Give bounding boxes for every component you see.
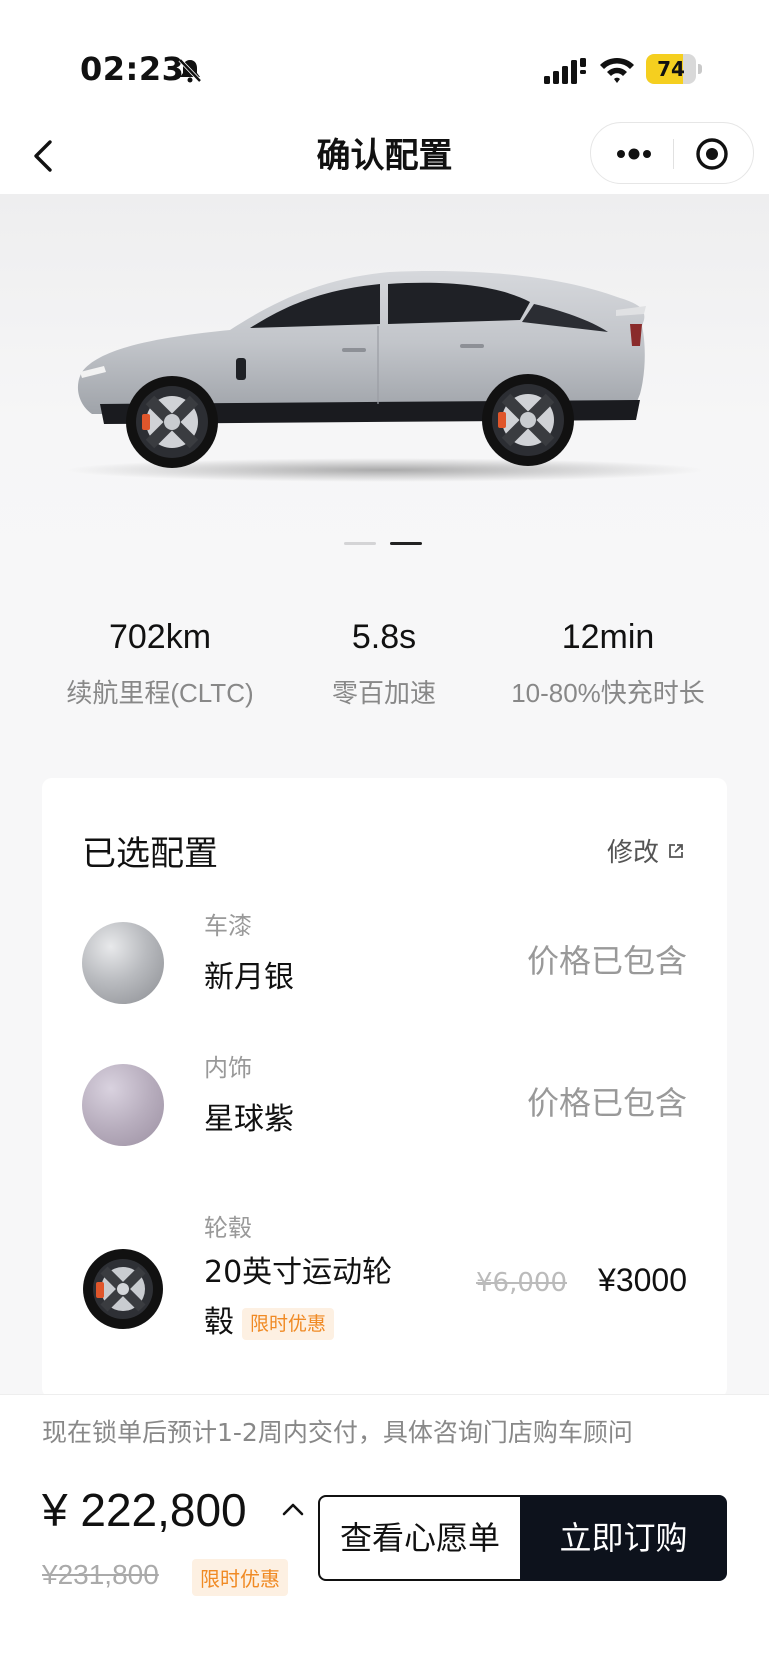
config-category: 内饰 (204, 1054, 252, 1082)
pager-dot (344, 542, 376, 545)
edit-config-link[interactable]: 修改 (607, 832, 685, 869)
order-now-button[interactable]: 立即订购 (520, 1495, 727, 1581)
wifi-icon (600, 57, 634, 83)
pager-dot-active (390, 542, 422, 545)
view-wishlist-button[interactable]: 查看心愿单 (318, 1495, 522, 1581)
battery-indicator: 74 (646, 54, 702, 84)
promo-tag: 限时优惠 (242, 1307, 335, 1340)
selected-config-card: 已选配置 修改 车漆 新月银 价格已包含 内饰 星球紫 价格已包含 轮毂 20英… (42, 778, 727, 1398)
original-price: ¥6,000 (476, 1268, 567, 1298)
paint-swatch (82, 922, 164, 1004)
status-time: 02:23 (80, 50, 185, 88)
close-target-icon[interactable] (695, 137, 729, 171)
spec-value: 702km (108, 618, 212, 656)
config-category: 车漆 (204, 912, 252, 940)
config-title: 已选配置 (82, 834, 218, 874)
config-name: 星球紫 (204, 1102, 294, 1137)
external-link-icon (669, 843, 683, 858)
status-bar: 02:23 74 (0, 0, 769, 130)
config-price: ¥3000 (598, 1262, 687, 1298)
config-price: 价格已包含 (526, 1084, 687, 1122)
config-category: 轮毂 (204, 1214, 252, 1242)
edit-label: 修改 (606, 838, 659, 868)
config-section: 已选配置 修改 车漆 新月银 价格已包含 内饰 星球紫 价格已包含 轮毂 20英… (0, 774, 769, 1398)
total-price[interactable]: ¥ 222,800 (42, 1483, 247, 1537)
original-total-price: ¥231,800 (42, 1559, 159, 1590)
spec-label: 10-80%快充时长 (511, 678, 705, 708)
spec-acceleration: 5.8s 零百加速 (254, 618, 514, 710)
nav-bar: 确认配置 (0, 118, 769, 194)
carousel-pager (344, 542, 424, 546)
spec-label: 续航里程(CLTC) (66, 678, 254, 708)
spec-value: 5.8s (351, 618, 417, 656)
config-row-paint: 车漆 新月银 价格已包含 (82, 906, 687, 1016)
car-image (65, 271, 705, 482)
car-hero[interactable] (0, 194, 769, 574)
spec-range: 702km 续航里程(CLTC) (30, 618, 290, 710)
more-dots-icon[interactable] (615, 141, 653, 167)
spec-charging: 12min 10-80%快充时长 (478, 618, 738, 710)
wheel-icon (83, 1249, 163, 1329)
miniprogram-capsule (590, 122, 754, 184)
page: 02:23 74 确认配置 702km 续航里程(CLTC) 5.8s 零百加速… (0, 0, 769, 1668)
promo-tag: 限时优惠 (192, 1559, 288, 1596)
battery-percent: 74 (657, 57, 685, 81)
config-row-wheel: 轮毂 20英寸运动轮毂 限时优惠 ¥6,000 ¥3000 (82, 1208, 687, 1348)
chevron-up-icon[interactable] (280, 1499, 306, 1519)
interior-swatch (82, 1064, 164, 1146)
config-row-interior: 内饰 星球紫 价格已包含 (82, 1048, 687, 1158)
battery-body: 74 (646, 54, 696, 84)
config-name: 新月银 (204, 960, 294, 995)
config-name: 20英寸运动轮毂 限时优惠 (204, 1248, 414, 1348)
cellular-signal-icon (544, 58, 586, 84)
spec-strip: 702km 续航里程(CLTC) 5.8s 零百加速 12min 10-80%快… (0, 574, 769, 774)
config-price: 价格已包含 (526, 942, 687, 980)
spec-label: 零百加速 (331, 678, 436, 708)
capsule-divider (673, 139, 674, 169)
checkout-bar: 现在锁单后预计1-2周内交付，具体咨询门店购车顾问 ¥ 222,800 ¥231… (0, 1394, 769, 1668)
spec-value: 12min (561, 618, 655, 656)
battery-cap (698, 64, 702, 74)
bell-muted-icon (178, 58, 202, 83)
delivery-note: 现在锁单后预计1-2周内交付，具体咨询门店购车顾问 (42, 1418, 633, 1447)
